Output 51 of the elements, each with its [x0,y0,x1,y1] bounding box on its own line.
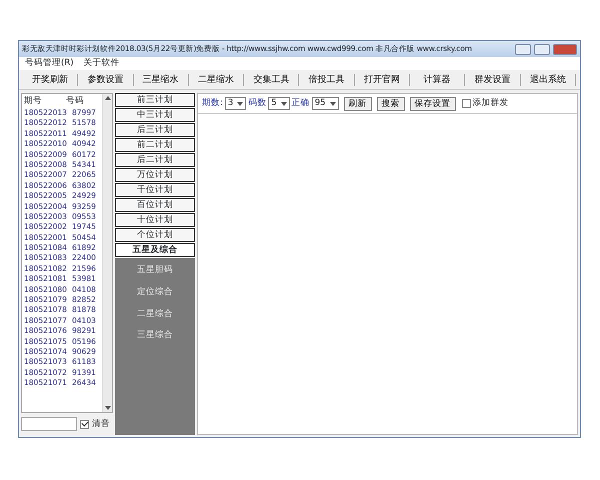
close-button[interactable] [553,44,577,54]
minimize-button[interactable] [515,44,531,54]
plan-button[interactable]: 前二计划 [115,138,195,152]
scrollbar[interactable] [102,94,112,412]
filter-label: 正确 [292,97,310,110]
plan-button[interactable]: 百位计划 [115,198,195,212]
submenu-item[interactable]: 定位综合 [137,286,173,298]
submenu-item[interactable]: 五星胆码 [137,264,173,277]
toolbar-button[interactable]: 群发设置 [465,74,521,86]
toolbar-button[interactable]: 倍投工具 [299,74,355,86]
plan-button[interactable]: 中三计划 [115,108,195,122]
checkbox-label: 添加群发 [472,97,509,110]
column-header: 号码 [66,95,84,108]
caret-icon[interactable] [330,102,336,106]
toolbar-button[interactable]: 打开官网 [354,74,410,86]
submenu-item[interactable]: 三星综合 [137,329,173,342]
checkbox[interactable] [462,99,471,108]
plan-button[interactable]: 五星及综合 [115,243,195,257]
select-field[interactable]: 95 [312,97,339,110]
toolbar-button[interactable]: 退出系统 [520,74,576,86]
plan-button[interactable]: 前三计划 [115,93,195,107]
menu-item[interactable]: 号码管理(R) [25,57,74,70]
maximize-button[interactable] [534,44,550,54]
checkbox[interactable] [80,420,89,428]
scroll-down-icon[interactable] [104,406,110,410]
toolbar-button[interactable]: 开奖刷新 [23,74,78,86]
filter-label: 码数 [248,97,266,110]
plan-button[interactable]: 十位计划 [115,213,195,227]
plan-button[interactable]: 个位计划 [115,228,195,242]
menu-item[interactable]: 关于软件 [84,57,120,70]
plan-button[interactable]: 后三计划 [115,123,195,137]
toolbar-button[interactable]: 计算器 [410,74,466,86]
submenu-item[interactable]: 二星综合 [137,308,173,320]
plan-button[interactable]: 后二计划 [115,153,195,167]
column-header: 期号 [24,95,43,108]
action-button[interactable]: 刷新 [344,96,372,110]
checkbox-label: 清音 [92,418,110,430]
filter-label: 期数: [202,97,223,110]
plan-button[interactable]: 千位计划 [115,183,195,197]
toolbar-button[interactable]: 参数设置 [78,74,134,86]
toolbar-button[interactable]: 二星缩水 [188,74,244,86]
select-field[interactable]: 3 [224,97,246,110]
action-button[interactable]: 保存设置 [410,96,456,110]
action-button[interactable]: 搜索 [376,96,405,110]
select-field[interactable]: 5 [268,97,290,110]
caret-icon[interactable] [237,102,244,106]
plan-button[interactable]: 万位计划 [115,168,195,182]
toolbar-button[interactable]: 三星缩水 [134,74,189,86]
caret-icon[interactable] [280,102,287,106]
scroll-up-icon[interactable] [104,96,110,100]
toolbar-button[interactable]: 交集工具 [244,74,300,86]
